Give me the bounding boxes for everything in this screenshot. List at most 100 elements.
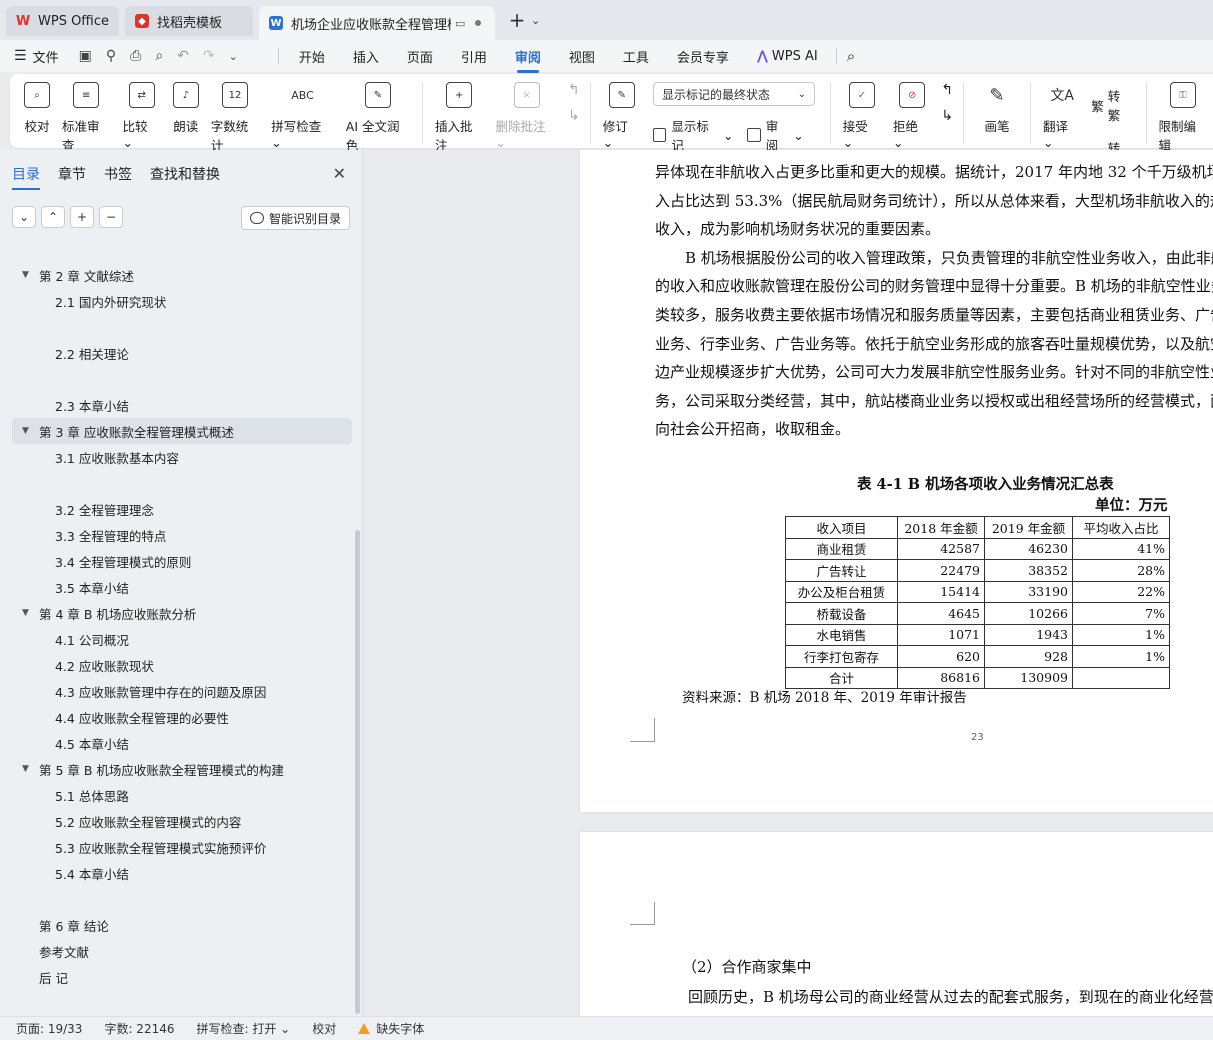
reject-button[interactable]: ⊘ 拒绝 ⌄ — [893, 82, 931, 150]
toc-item[interactable]: 5.3 应收账款全程管理模式实施预评价 — [12, 834, 352, 860]
tab-document[interactable]: W 机场企业应收账款全程管理模式 ▭ — [259, 6, 496, 40]
menu-tools[interactable]: 工具 — [623, 47, 649, 66]
add-heading-icon[interactable]: + — [70, 206, 94, 228]
toc-item-label: 第 6 章 结论 — [39, 918, 109, 934]
menu-page[interactable]: 页面 — [407, 47, 433, 66]
toc-item[interactable]: 5.2 应收账款全程管理模式的内容 — [12, 808, 352, 834]
paragraph-line: 边产业规模逐步扩大优势，公司可大力发展非航空性服务业务。针对不同的非航空性业务，… — [655, 363, 1213, 382]
toc-item[interactable]: ▼ 第 2 章 文献综述 — [12, 262, 352, 288]
accept-button[interactable]: ✓ 接受 ⌄ — [843, 82, 881, 150]
toc-item[interactable]: 3.2 全程管理理念 — [12, 496, 352, 522]
menu-references[interactable]: 引用 — [461, 47, 487, 66]
tab-bookmarks[interactable]: 书签 — [104, 164, 132, 190]
toc-item[interactable]: 3.4 全程管理模式的原则 — [12, 548, 352, 574]
toc-item[interactable]: 3.1 应收账款基本内容 — [12, 444, 352, 470]
toc-item[interactable]: 3.5 本章小结 — [12, 574, 352, 600]
toc-spacer — [12, 366, 352, 392]
status-label: 缺失字体 — [376, 1022, 425, 1036]
close-icon[interactable]: ✕ — [333, 164, 346, 183]
track-changes-button[interactable]: ✎ 修订 ⌄ — [603, 82, 641, 150]
tab-wps-office[interactable]: W WPS Office — [6, 6, 120, 36]
undo-icon[interactable]: ↶ — [177, 48, 189, 64]
toc-item[interactable]: 后 记 — [12, 964, 352, 990]
toc-item[interactable]: 4.1 公司概况 — [12, 626, 352, 652]
next-change-icon[interactable]: ↳ — [941, 108, 953, 124]
print-preview-icon[interactable]: ⌕ — [155, 48, 163, 64]
menu-insert[interactable]: 插入 — [353, 47, 379, 66]
toc-item[interactable]: 3.3 全程管理的特点 — [12, 522, 352, 548]
redo-icon[interactable]: ↷ — [203, 48, 215, 64]
proofread-status[interactable]: 校对 — [312, 1020, 336, 1037]
toc-item[interactable]: 2.2 相关理论 — [12, 340, 352, 366]
restrict-editing-button[interactable]: ⚿ 限制编辑 — [1159, 82, 1208, 154]
search-icon[interactable]: ⌕ — [847, 47, 855, 65]
more-chevron-icon[interactable]: ⌄ — [229, 50, 238, 63]
button-label: 转繁 — [1107, 89, 1121, 123]
share-icon[interactable]: ⚲ — [106, 48, 116, 64]
read-aloud-button[interactable]: ♪ 朗读 — [172, 82, 199, 135]
toc-item[interactable]: 2.3 本章小结 — [12, 392, 352, 418]
pen-button[interactable]: ✎ 画笔 — [984, 82, 1010, 135]
tab-docer[interactable]: ◆ 找稻壳模板 — [125, 6, 254, 36]
missing-font-status[interactable]: 缺失字体 — [358, 1020, 424, 1037]
delete-comment-button[interactable]: × 删除批注 ⌄ — [495, 82, 558, 150]
smart-toc-button[interactable]: 智能识别目录 — [240, 206, 350, 230]
insert-comment-button[interactable]: + 插入批注 — [435, 82, 484, 154]
hamburger-icon[interactable]: ☰ — [14, 48, 27, 64]
toc-item[interactable]: 4.4 应收账款全程管理的必要性 — [12, 704, 352, 730]
translate-button[interactable]: 文A 翻译 ⌄ — [1043, 82, 1081, 150]
menu-view[interactable]: 视图 — [569, 47, 595, 66]
tab-toc[interactable]: 目录 — [12, 164, 40, 190]
collapse-all-icon[interactable]: ⌃ — [41, 206, 65, 228]
standard-review-button[interactable]: ≡ 标准审查 — [62, 82, 111, 154]
menu-file[interactable]: 文件 — [33, 47, 59, 66]
tab-sections[interactable]: 章节 — [58, 164, 86, 190]
page-indicator[interactable]: 页面: 19/33 — [16, 1020, 82, 1037]
tab-find-replace[interactable]: 查找和替换 — [150, 164, 220, 190]
collapse-arrow-icon[interactable]: ▼ — [22, 270, 36, 280]
spell-check-status[interactable]: 拼写检查: 打开 ⌄ — [197, 1020, 291, 1037]
toc-item[interactable]: 第 6 章 结论 — [12, 912, 352, 938]
toc-item[interactable]: 参考文献 — [12, 938, 352, 964]
toc-item[interactable]: 5.4 本章小结 — [12, 860, 352, 886]
menu-review[interactable]: 审阅 — [515, 47, 541, 73]
show-markup-button[interactable]: 显示标记 ⌄ — [652, 116, 733, 154]
menu-home[interactable]: 开始 — [299, 47, 325, 66]
toc-item[interactable]: ▼ 第 4 章 B 机场应收账款分析 — [12, 600, 352, 626]
remove-heading-icon[interactable]: − — [99, 206, 123, 228]
table-cell: 桥载设备 — [785, 602, 898, 625]
collapse-arrow-icon[interactable]: ▼ — [22, 764, 36, 774]
toc-item[interactable]: ▼ 第 3 章 应收账款全程管理模式概述 — [12, 418, 352, 444]
paragraph-line: 业务、行李业务、广告业务等。依托于航空业务形成的旅客吞吐量规模优势，以及航空业务… — [655, 334, 1213, 353]
expand-all-icon[interactable]: ⌄ — [12, 206, 36, 228]
previous-comment-icon[interactable]: ↰ — [568, 82, 580, 98]
toc-item[interactable]: 2.1 国内外研究现状 — [12, 288, 352, 314]
print-icon[interactable]: ⎙ — [130, 48, 141, 64]
toc-item[interactable]: 4.3 应收账款管理中存在的问题及原因 — [12, 678, 352, 704]
spell-check-button[interactable]: ABC 拼写检查 ⌄ — [271, 82, 334, 151]
toc-item[interactable]: 5.1 总体思路 — [12, 782, 352, 808]
menu-wps-ai[interactable]: WPS AI — [772, 49, 818, 64]
collapse-arrow-icon[interactable]: ▼ — [22, 608, 36, 618]
unsaved-dot-icon[interactable] — [475, 20, 482, 26]
toc-item[interactable]: 4.2 应收账款现状 — [12, 652, 352, 678]
panel-scrollbar[interactable] — [355, 530, 360, 1014]
next-comment-icon[interactable]: ↳ — [568, 108, 580, 124]
toc-item[interactable]: ▼ 第 5 章 B 机场应收账款全程管理模式的构建 — [12, 756, 352, 782]
compare-button[interactable]: ⇄ 比较 ⌄ — [123, 82, 161, 150]
to-traditional-button[interactable]: 繁 转繁 — [1091, 86, 1131, 124]
new-tab-button[interactable]: + — [507, 8, 527, 32]
word-count[interactable]: 字数: 22146 — [104, 1020, 174, 1037]
collapse-arrow-icon[interactable]: ▼ — [22, 426, 36, 436]
toc-item[interactable]: 4.5 本章小结 — [12, 730, 352, 756]
save-icon[interactable]: ▣ — [79, 48, 92, 64]
divider — [1030, 82, 1031, 144]
markup-state-select[interactable]: 显示标记的最终状态 ⌄ — [652, 82, 815, 106]
proofread-button[interactable]: ⌕ 校对 — [24, 82, 50, 135]
tab-list-chevron-icon[interactable]: ⌄ — [531, 14, 540, 27]
review-pane-button[interactable]: 审阅 ⌄ — [747, 116, 804, 154]
menu-member[interactable]: 会员专享 — [677, 47, 729, 66]
ai-polish-button[interactable]: ✎ AI 全文润色 — [346, 82, 410, 154]
word-count-button[interactable]: 12 字数统计 — [211, 82, 260, 154]
previous-change-icon[interactable]: ↰ — [941, 82, 953, 98]
